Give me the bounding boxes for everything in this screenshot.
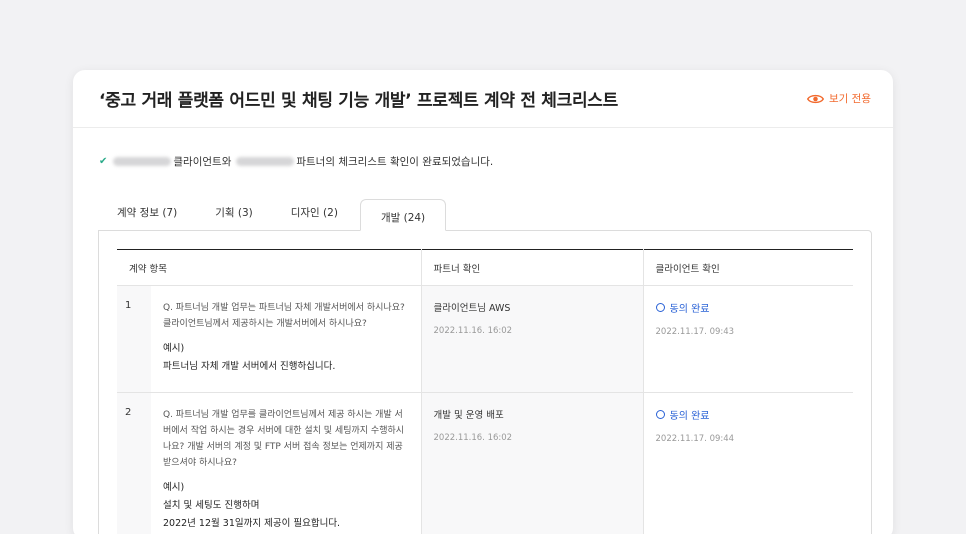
tab-contract-info[interactable]: 계약 정보 (7) xyxy=(99,205,197,231)
client-status-label: 동의 완료 xyxy=(669,411,710,422)
example-line: 파트너님 자체 개발 서버에서 진행하십니다. xyxy=(163,361,336,372)
contract-item: Q. 파트너님 개발 업무는 파트너님 자체 개발서버에서 하시나요? 클라이언… xyxy=(151,286,421,393)
client-date: 2022.11.17. 09:44 xyxy=(655,434,735,444)
partner-confirm-cell: 개발 및 운영 배포 2022.11.16. 16:02 xyxy=(420,392,644,534)
completion-notice: ✔ 클라이언트와 파트너의 체크리스트 확인이 완료되었습니다. xyxy=(99,154,493,169)
circle-icon xyxy=(655,410,665,419)
example-label: 예시) xyxy=(163,343,185,354)
example-line: 2022년 12월 31일까지 제공이 필요합니다. xyxy=(163,518,341,529)
table-row: 2 Q. 파트너님 개발 업무를 클라이언트님께서 제공 하시는 개발 서버에서… xyxy=(117,392,854,534)
page-title: ‘중고 거래 플랫폼 어드민 및 채팅 기능 개발’ 프로젝트 계약 전 체크리… xyxy=(99,91,618,111)
tab-panel: 계약 항목 파트너 확인 클라이언트 확인 1 Q. 파트너님 개발 업무는 파… xyxy=(98,230,872,534)
card-header: ‘중고 거래 플랫폼 어드민 및 채팅 기능 개발’ 프로젝트 계약 전 체크리… xyxy=(73,70,893,128)
checklist-table: 계약 항목 파트너 확인 클라이언트 확인 1 Q. 파트너님 개발 업무는 파… xyxy=(117,249,854,534)
checklist-tabs: 계약 정보 (7) 기획 (3) 디자인 (2) 개발 (24) xyxy=(99,199,447,231)
readonly-badge: 보기 전용 xyxy=(807,91,871,106)
tab-development[interactable]: 개발 (24) xyxy=(359,199,447,231)
item-example: 예시) 파트너님 자체 개발 서버에서 진행하십니다. xyxy=(163,340,407,376)
redacted-client-name xyxy=(113,157,172,166)
partner-date: 2022.11.16. 16:02 xyxy=(433,433,513,443)
notice-text-2: 파트너의 체크리스트 확인이 완료되었습니다. xyxy=(296,156,494,168)
client-status: 동의 완료 xyxy=(655,300,842,315)
checklist-card: ‘중고 거래 플랫폼 어드민 및 채팅 기능 개발’ 프로젝트 계약 전 체크리… xyxy=(73,70,893,534)
check-icon: ✔ xyxy=(99,156,108,167)
readonly-label: 보기 전용 xyxy=(829,93,871,105)
example-line: 설치 및 세팅도 진행하며 xyxy=(163,500,260,511)
tab-planning[interactable]: 기획 (3) xyxy=(197,205,273,231)
client-confirm-cell: 동의 완료 2022.11.17. 09:43 xyxy=(642,285,854,393)
tab-design[interactable]: 디자인 (2) xyxy=(273,205,358,231)
row-number: 1 xyxy=(117,285,151,393)
client-status-label: 동의 완료 xyxy=(669,304,710,315)
eye-icon xyxy=(807,94,825,103)
header-client-confirm: 클라이언트 확인 xyxy=(642,249,854,286)
notice-text-1: 클라이언트와 xyxy=(173,156,232,168)
partner-confirm-cell: 클라이언트님 AWS 2022.11.16. 16:02 xyxy=(420,285,644,393)
contract-item: Q. 파트너님 개발 업무를 클라이언트님께서 제공 하시는 개발 서버에서 작… xyxy=(151,393,421,534)
client-confirm-cell: 동의 완료 2022.11.17. 09:44 xyxy=(642,392,854,534)
table-row: 1 Q. 파트너님 개발 업무는 파트너님 자체 개발서버에서 하시나요? 클라… xyxy=(117,285,854,393)
partner-answer: 클라이언트님 AWS xyxy=(433,303,511,314)
client-date: 2022.11.17. 09:43 xyxy=(655,327,735,337)
redacted-partner-name xyxy=(236,157,295,166)
header-contract-item: 계약 항목 xyxy=(117,249,422,286)
circle-icon xyxy=(655,303,665,312)
row-number: 2 xyxy=(117,392,151,534)
item-question: Q. 파트너님 개발 업무를 클라이언트님께서 제공 하시는 개발 서버에서 작… xyxy=(163,410,405,468)
example-label: 예시) xyxy=(163,482,185,493)
client-status: 동의 완료 xyxy=(655,407,842,422)
partner-answer: 개발 및 운영 배포 xyxy=(433,410,504,421)
partner-date: 2022.11.16. 16:02 xyxy=(433,326,513,336)
item-question: Q. 파트너님 개발 업무는 파트너님 자체 개발서버에서 하시나요? 클라이언… xyxy=(163,303,405,329)
header-partner-confirm: 파트너 확인 xyxy=(420,249,644,286)
item-example: 예시) 설치 및 세팅도 진행하며 2022년 12월 31일까지 제공이 필요… xyxy=(163,479,407,533)
